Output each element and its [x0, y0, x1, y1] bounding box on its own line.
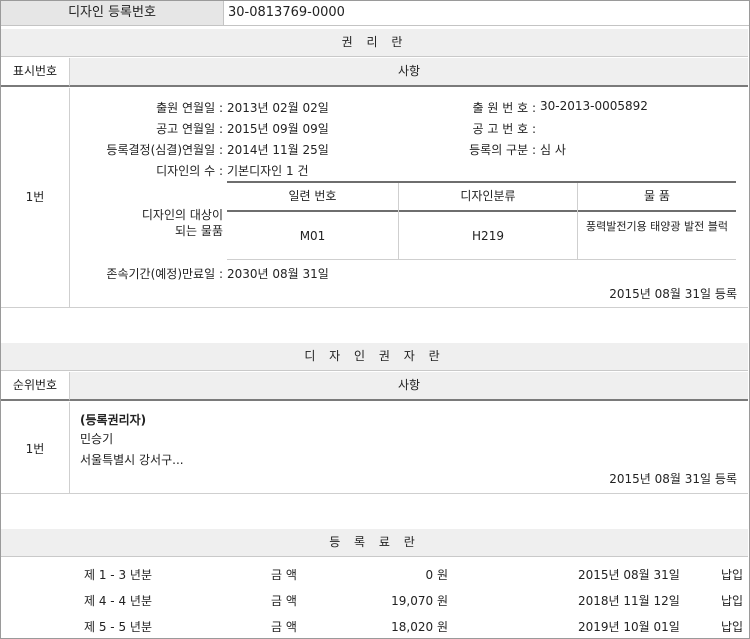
goods-col-serial-header: 일련 번호: [227, 183, 398, 210]
fee-row-2-amount-label: 금 액: [271, 594, 297, 608]
filing-number-label: 출 원 번 호 :: [472, 101, 536, 115]
decision-date-label: 등록결정(심결)연월일 :: [106, 143, 223, 157]
design-count-value: 기본디자인 1 건: [227, 164, 309, 178]
publication-date-value: 2015년 09월 09일: [227, 122, 329, 136]
fee-row-1-amount: 0 원: [425, 568, 449, 582]
owner-name: 민승기: [80, 432, 114, 446]
fee-row-2-date: 2018년 11월 12일: [578, 594, 680, 608]
design-count-label: 디자인의 수 :: [156, 164, 223, 178]
rights-col-matter-header: 사항: [70, 58, 748, 87]
registration-type-value: 심 사: [540, 143, 566, 157]
registration-type-label: 등록의 구분 :: [469, 143, 536, 157]
fee-row-3-date: 2019년 10월 01일: [578, 620, 680, 634]
expiry-date-value: 2030년 08월 31일: [227, 267, 329, 281]
filing-number-value: 30-2013-0005892: [540, 99, 648, 113]
rights-section-title: 권 리 란: [1, 29, 748, 57]
fee-row-1-date: 2015년 08월 31일: [578, 568, 680, 582]
rights-entry-number: 1번: [25, 190, 45, 204]
fee-row-2-period: 제 4 - 4 년분: [84, 594, 152, 608]
rights-section-bottom-rule: [1, 307, 748, 308]
fee-row-1-status: 납입: [721, 568, 744, 582]
target-goods-label-line2: 되는 물품: [175, 224, 223, 238]
goods-table-bottom-rule: [227, 259, 736, 260]
owner-section-title: 디 자 인 권 자 란: [1, 343, 748, 371]
goods-name-cell: 풍력발전기용 태양광 발전 블럭: [585, 220, 729, 233]
owner-col-index-header: 순위번호: [1, 372, 70, 401]
owner-column-divider: [69, 402, 70, 493]
design-reg-number-label: 디자인 등록번호: [1, 1, 224, 26]
owner-entry-number: 1번: [25, 442, 45, 456]
owner-section-bottom-rule: [1, 493, 748, 494]
target-goods-label-line1: 디자인의 대상이: [141, 208, 223, 222]
publication-date-label: 공고 연월일 :: [156, 122, 223, 136]
expiry-date-label: 존속기간(예정)만료일 :: [106, 267, 223, 281]
goods-table-divider-1: [398, 183, 399, 259]
rights-registered-note: 2015년 08월 31일 등록: [609, 287, 737, 301]
goods-serial-cell: M01: [299, 229, 326, 243]
rights-col-index-header: 표시번호: [1, 58, 70, 87]
fee-row-1-period: 제 1 - 3 년분: [84, 568, 152, 582]
fee-row-2-amount: 19,070 원: [391, 594, 448, 608]
owner-role: (등록권리자): [80, 413, 147, 427]
goods-col-class-header: 디자인분류: [399, 183, 577, 210]
owner-registered-note: 2015년 08월 31일 등록: [609, 472, 737, 486]
fee-row-3-amount-label: 금 액: [271, 620, 297, 634]
publication-number-label: 공 고 번 호 :: [472, 122, 536, 136]
fee-row-1-amount-label: 금 액: [271, 568, 297, 582]
goods-class-cell: H219: [472, 229, 504, 243]
header-divider: [224, 25, 749, 26]
design-reg-number-value: 30-0813769-0000: [228, 5, 345, 20]
fee-section-title: 등 록 료 란: [1, 529, 748, 557]
fee-row-3-amount: 18,020 원: [391, 620, 448, 634]
goods-table-divider-2: [577, 183, 578, 259]
filing-date-value: 2013년 02월 02일: [227, 101, 329, 115]
fee-row-3-period: 제 5 - 5 년분: [84, 620, 152, 634]
fee-row-3-status: 납입: [721, 620, 744, 634]
goods-table-header-rule: [227, 210, 736, 212]
fee-row-2-status: 납입: [721, 594, 744, 608]
decision-date-value: 2014년 11월 25일: [227, 143, 329, 157]
rights-column-divider: [69, 88, 70, 307]
filing-date-label: 출원 연월일 :: [156, 101, 223, 115]
owner-address: 서울특별시 강서구...: [80, 453, 184, 467]
owner-col-matter-header: 사항: [70, 372, 748, 401]
goods-col-goods-header: 물 품: [578, 183, 736, 210]
